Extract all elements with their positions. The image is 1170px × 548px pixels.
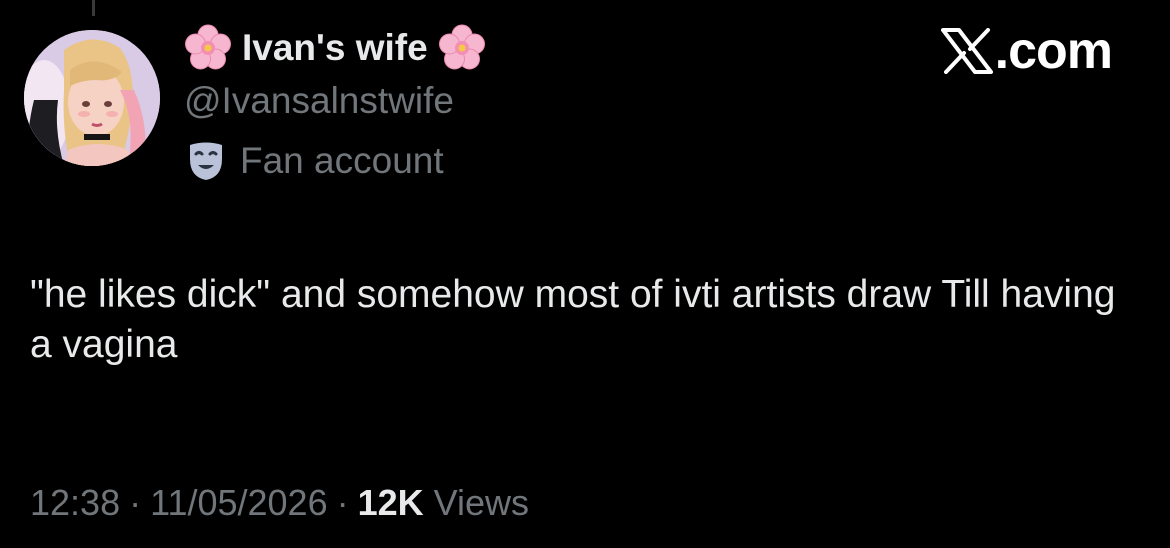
avatar-illustration	[24, 30, 160, 166]
watermark-domain-text: .com	[994, 22, 1113, 80]
x-com-watermark: .com	[940, 22, 1113, 80]
x-logo-icon	[940, 28, 993, 74]
views-count[interactable]: 12K	[358, 482, 424, 524]
tweet-metadata: 12:38 · 11/05/2026 · 12K Views	[30, 478, 529, 528]
cherry-blossom-icon	[185, 24, 231, 70]
account-label-row: Fan account	[188, 138, 444, 184]
author-handle[interactable]: @Ivansalnstwife	[184, 80, 454, 122]
account-label: Fan account	[240, 140, 444, 181]
meta-separator: ·	[129, 482, 142, 523]
tweet-text: "he likes dick" and somehow most of ivti…	[30, 273, 1116, 366]
performing-arts-mask-icon	[190, 142, 222, 180]
thread-connector-line	[92, 0, 95, 16]
tweet-time[interactable]: 12:38	[30, 482, 120, 524]
cherry-blossom-icon	[438, 24, 485, 70]
avatar[interactable]	[24, 30, 160, 166]
author-display-name[interactable]: Ivan's wife	[242, 27, 428, 69]
meta-separator: ·	[336, 482, 349, 523]
author-name-row: Ivan's wife	[184, 22, 486, 74]
tweet-date[interactable]: 11/05/2026	[150, 482, 328, 524]
views-label[interactable]: Views	[434, 482, 529, 524]
